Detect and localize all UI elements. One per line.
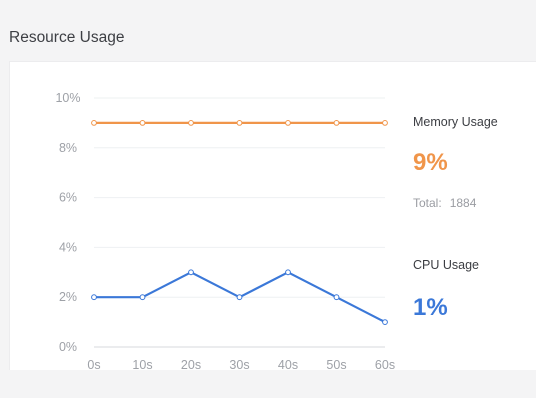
series-point-1 — [188, 269, 194, 276]
y-tick-label: 0% — [59, 340, 77, 354]
y-tick-label: 2% — [59, 290, 77, 304]
series-point-1 — [236, 294, 243, 301]
series-point-0 — [91, 120, 97, 126]
memory-usage-value: 9% — [413, 149, 448, 176]
x-tick-label: 0s — [87, 358, 100, 370]
series-point-1 — [285, 269, 291, 276]
series-point-1 — [333, 294, 340, 301]
y-tick-label: 6% — [59, 191, 77, 205]
x-tick-label: 30s — [229, 358, 249, 370]
series-point-0 — [139, 120, 146, 126]
usage-line-chart: 0% 2% 4% 6% 8% 10% 0s 10s 20s 30s 40s 50s 60s — [55, 91, 395, 370]
memory-total: Total: 1884 — [413, 196, 476, 210]
series-point-0 — [382, 120, 388, 126]
cpu-usage-value: 1% — [413, 294, 448, 321]
series-point-0 — [236, 120, 243, 126]
y-tick-label: 8% — [59, 141, 77, 155]
x-tick-label: 40s — [278, 358, 298, 370]
memory-total-label: Total: — [413, 196, 442, 210]
series-point-1 — [139, 294, 146, 301]
series-point-0 — [188, 120, 194, 126]
cpu-usage-label: CPU Usage — [413, 258, 479, 272]
x-tick-label: 10s — [132, 358, 152, 370]
x-tick-label: 20s — [181, 358, 201, 370]
series-point-1 — [91, 294, 97, 301]
series-point-0 — [285, 120, 291, 126]
x-tick-label: 60s — [375, 358, 395, 370]
memory-total-value: 1884 — [449, 196, 477, 210]
panel-title: Resource Usage — [9, 29, 125, 46]
memory-usage-label: Memory Usage — [413, 115, 498, 129]
series-point-0 — [333, 120, 340, 126]
y-tick-label: 10% — [55, 91, 80, 105]
series-point-1 — [382, 319, 388, 326]
y-tick-label: 4% — [59, 240, 77, 254]
resource-usage-card: 0% 2% 4% 6% 8% 10% 0s 10s 20s 30s 40s 50s 60s Memory… — [9, 61, 536, 370]
x-tick-label: 50s — [326, 358, 346, 370]
